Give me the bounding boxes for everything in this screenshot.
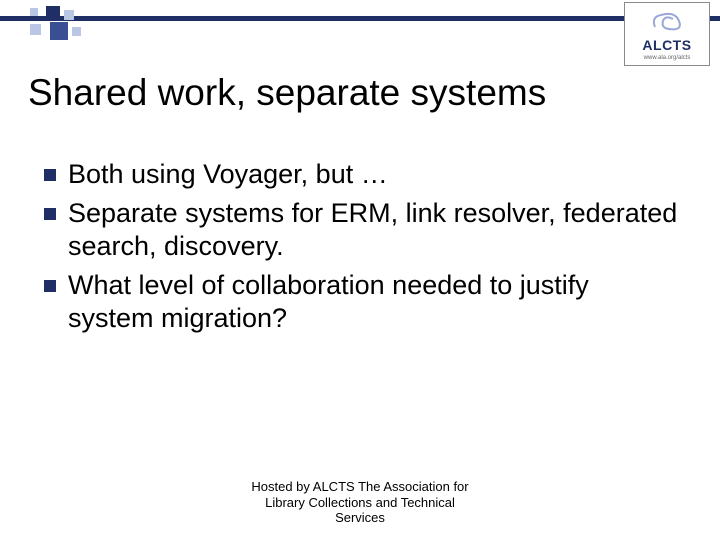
decor-square [50,22,68,40]
logo-acronym: ALCTS [642,37,691,53]
logo-swirl-icon [647,7,687,35]
footer-line: Library Collections and Technical [0,495,720,511]
decor-square [46,6,60,20]
header-strip [0,0,720,46]
bullet-square-icon [44,169,56,181]
slide-title: Shared work, separate systems [28,72,546,114]
decor-square [30,24,41,35]
logo-url: www.ala.org/alcts [644,55,691,61]
slide-footer: Hosted by ALCTS The Association for Libr… [0,479,720,526]
bullet-square-icon [44,280,56,292]
header-rule [0,16,720,21]
decor-square [72,27,81,36]
bullet-list: Both using Voyager, but … Separate syste… [44,158,680,341]
alcts-logo: ALCTS www.ala.org/alcts [624,2,710,66]
bullet-text: Separate systems for ERM, link resolver,… [68,197,680,263]
decor-square [30,8,38,16]
decor-square [64,10,74,20]
list-item: Both using Voyager, but … [44,158,680,191]
bullet-text: What level of collaboration needed to ju… [68,269,680,335]
list-item: Separate systems for ERM, link resolver,… [44,197,680,263]
bullet-square-icon [44,208,56,220]
bullet-text: Both using Voyager, but … [68,158,680,191]
list-item: What level of collaboration needed to ju… [44,269,680,335]
footer-line: Services [0,510,720,526]
footer-line: Hosted by ALCTS The Association for [0,479,720,495]
